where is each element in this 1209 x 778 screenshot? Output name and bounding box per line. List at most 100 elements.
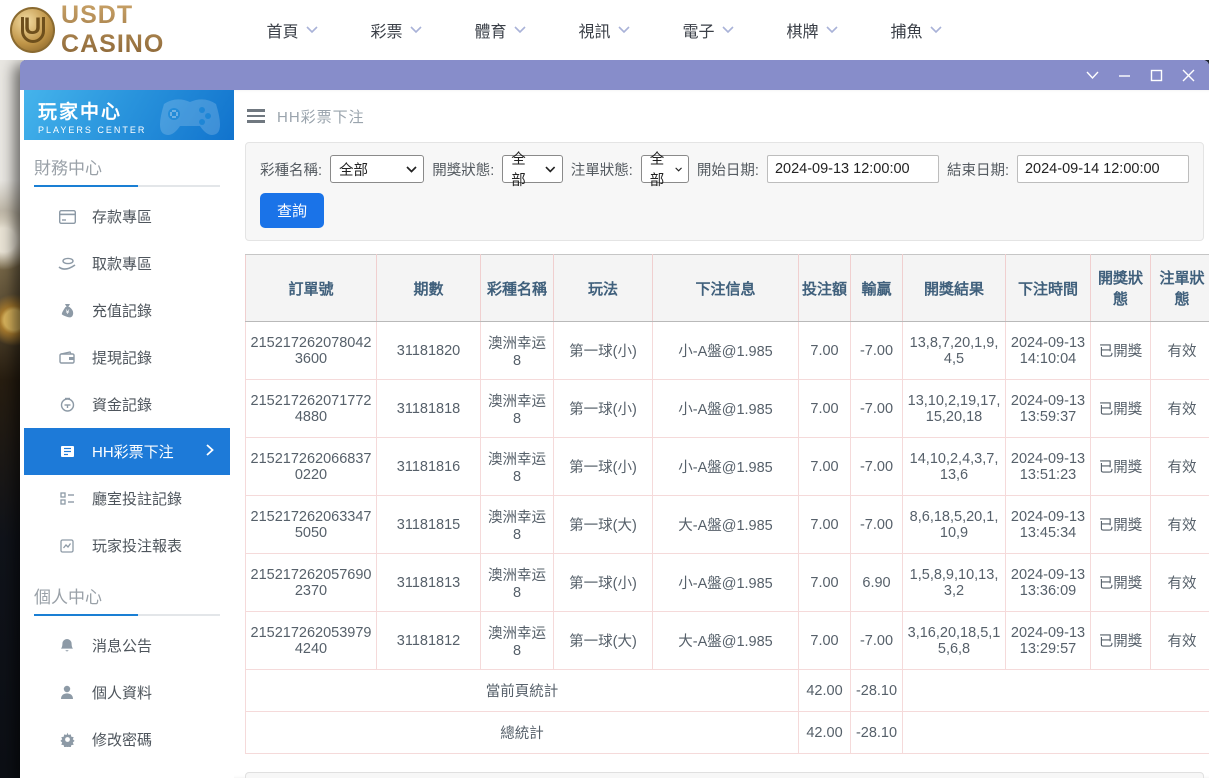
book-icon [58, 445, 76, 458]
table-cell: 2024-09-13 13:36:09 [1006, 554, 1091, 612]
bell-icon [58, 638, 76, 653]
nav-item-cards[interactable]: 棋牌 [760, 18, 864, 42]
sidebar-item-label: 消息公告 [92, 635, 152, 656]
table-cell: 大-A盤@1.985 [653, 496, 799, 554]
end-date-input[interactable] [1017, 155, 1189, 183]
sidebar-item-recharge-records[interactable]: ¥ 充值記錄 [24, 287, 234, 334]
table-cell: 6.90 [851, 554, 903, 612]
coin-logo-icon: U [10, 7, 55, 53]
nav-item-fishing[interactable]: 捕魚 [864, 18, 968, 42]
person-icon [58, 685, 76, 700]
table-cell: 7.00 [799, 496, 851, 554]
coin-purse-icon [58, 397, 76, 412]
finance-list: 存款專區 取款專區 ¥ 充值記錄 提現記錄 [24, 187, 234, 569]
table-cell: 7.00 [799, 322, 851, 380]
table-header-cell: 期數 [377, 255, 481, 322]
maximize-icon[interactable] [1147, 66, 1165, 84]
nav-item-lottery[interactable]: 彩票 [344, 18, 448, 42]
sidebar-item-label: 資金記錄 [92, 394, 152, 415]
table-cell: 31181815 [377, 496, 481, 554]
money-bag-icon: ¥ [58, 303, 76, 318]
nav-item-home[interactable]: 首頁 [240, 18, 344, 42]
summary-bet-total: 42.00 [799, 670, 851, 712]
lottery-name-value: 全部 [339, 159, 368, 180]
table-cell: 第一球(小) [554, 380, 653, 438]
gamepad-icon [150, 94, 224, 140]
sidebar-item-withdraw-records[interactable]: 提現記錄 [24, 334, 234, 381]
table-cell: 2152172620780423600 [246, 322, 377, 380]
summary-winloss-total: -28.10 [851, 712, 903, 754]
table-cell: 7.00 [799, 554, 851, 612]
table-cell: 31181813 [377, 554, 481, 612]
table-cell: 已開獎 [1091, 612, 1151, 670]
table-cell: 小-A盤@1.985 [653, 322, 799, 380]
sidebar-item-withdraw-zone[interactable]: 取款專區 [24, 240, 234, 287]
sidebar-item-announcements[interactable]: 消息公告 [24, 622, 234, 669]
chevron-right-icon [206, 443, 214, 460]
sidebar-item-player-bet-report[interactable]: 玩家投注報表 [24, 522, 234, 569]
filter-panel: 彩種名稱: 全部 開獎狀態: 全部 注單狀態: 全部 [245, 142, 1204, 241]
table-cell: 澳洲幸运8 [481, 554, 554, 612]
table-cell: 小-A盤@1.985 [653, 554, 799, 612]
table-cell: 2152172620539794240 [246, 612, 377, 670]
order-status-value: 全部 [650, 148, 669, 190]
sidebar-item-room-bet-records[interactable]: 廳室投註記錄 [24, 475, 234, 522]
window-body: 玩家中心 PLAYERS CENTER 財務中心 存款專區 [20, 90, 1209, 778]
sidebar-item-label: 廳室投註記錄 [92, 488, 182, 509]
table-cell: 8,6,18,5,20,1,10,9 [903, 496, 1006, 554]
nav-items: 首頁 彩票 體育 視訊 電子 棋牌 [240, 18, 1209, 42]
chevron-down-icon [675, 166, 682, 173]
table-cell: 已開獎 [1091, 380, 1151, 438]
table-cell: 小-A盤@1.985 [653, 438, 799, 496]
table-header-cell: 下注信息 [653, 255, 799, 322]
sidebar-item-label: 存款專區 [92, 206, 152, 227]
chevron-down-icon [545, 166, 556, 173]
table-cell: 澳洲幸运8 [481, 496, 554, 554]
logo[interactable]: U USDT CASINO [10, 1, 240, 59]
table-cell: 2152172620668370220 [246, 438, 377, 496]
window-titlebar [20, 60, 1209, 90]
table-cell: 31181818 [377, 380, 481, 438]
lottery-name-select[interactable]: 全部 [330, 155, 424, 183]
order-status-select[interactable]: 全部 [641, 155, 689, 183]
nav-item-sports[interactable]: 體育 [448, 18, 552, 42]
table-header-cell: 訂單號 [246, 255, 377, 322]
chevron-down-icon [410, 26, 422, 34]
table-header-cell: 注單狀態 [1151, 255, 1209, 322]
nav-item-live[interactable]: 視訊 [552, 18, 656, 42]
hamburger-menu-icon[interactable] [247, 109, 265, 123]
end-date-label: 結束日期: [947, 159, 1009, 180]
sidebar-item-deposit-zone[interactable]: 存款專區 [24, 193, 234, 240]
table-cell: 已開獎 [1091, 322, 1151, 380]
sidebar-item-label: 充值記錄 [92, 300, 152, 321]
table-body: 215217262078042360031181820澳洲幸运8第一球(小)小-… [246, 322, 1209, 754]
logo-text: USDT CASINO [61, 1, 240, 59]
topnav: U USDT CASINO 首頁 彩票 體育 視訊 電子 [0, 0, 1209, 60]
summary-empty-cell [903, 670, 1209, 712]
hand-money-icon [58, 257, 76, 271]
sidebar-item-funds-records[interactable]: 資金記錄 [24, 381, 234, 428]
table-header-cell: 下注時間 [1006, 255, 1091, 322]
sidebar-item-profile[interactable]: 個人資料 [24, 669, 234, 716]
sidebar-item-hh-lottery-bets[interactable]: HH彩票下注 [24, 428, 230, 475]
sidebar-item-label: 個人資料 [92, 682, 152, 703]
chevron-down-icon [722, 26, 734, 34]
minimize-icon[interactable] [1115, 66, 1133, 84]
collapse-icon[interactable] [1083, 66, 1101, 84]
chevron-down-icon [406, 166, 417, 173]
table-header-cell: 輸贏 [851, 255, 903, 322]
table-cell: 2024-09-13 13:45:34 [1006, 496, 1091, 554]
table-cell: 大-A盤@1.985 [653, 612, 799, 670]
nav-item-slots[interactable]: 電子 [656, 18, 760, 42]
table-cell: 有效 [1151, 612, 1209, 670]
table-cell: -7.00 [851, 322, 903, 380]
sidebar-item-label: 修改密碼 [92, 729, 152, 750]
close-icon[interactable] [1179, 66, 1197, 84]
table-cell: 已開獎 [1091, 554, 1151, 612]
start-date-input[interactable] [767, 155, 939, 183]
summary-row: 總統計42.00-28.10 [246, 712, 1209, 754]
draw-status-select[interactable]: 全部 [502, 155, 562, 183]
sidebar-item-change-password[interactable]: 修改密碼 [24, 716, 234, 763]
table-header-cell: 投注額 [799, 255, 851, 322]
search-button[interactable]: 查詢 [260, 193, 324, 228]
